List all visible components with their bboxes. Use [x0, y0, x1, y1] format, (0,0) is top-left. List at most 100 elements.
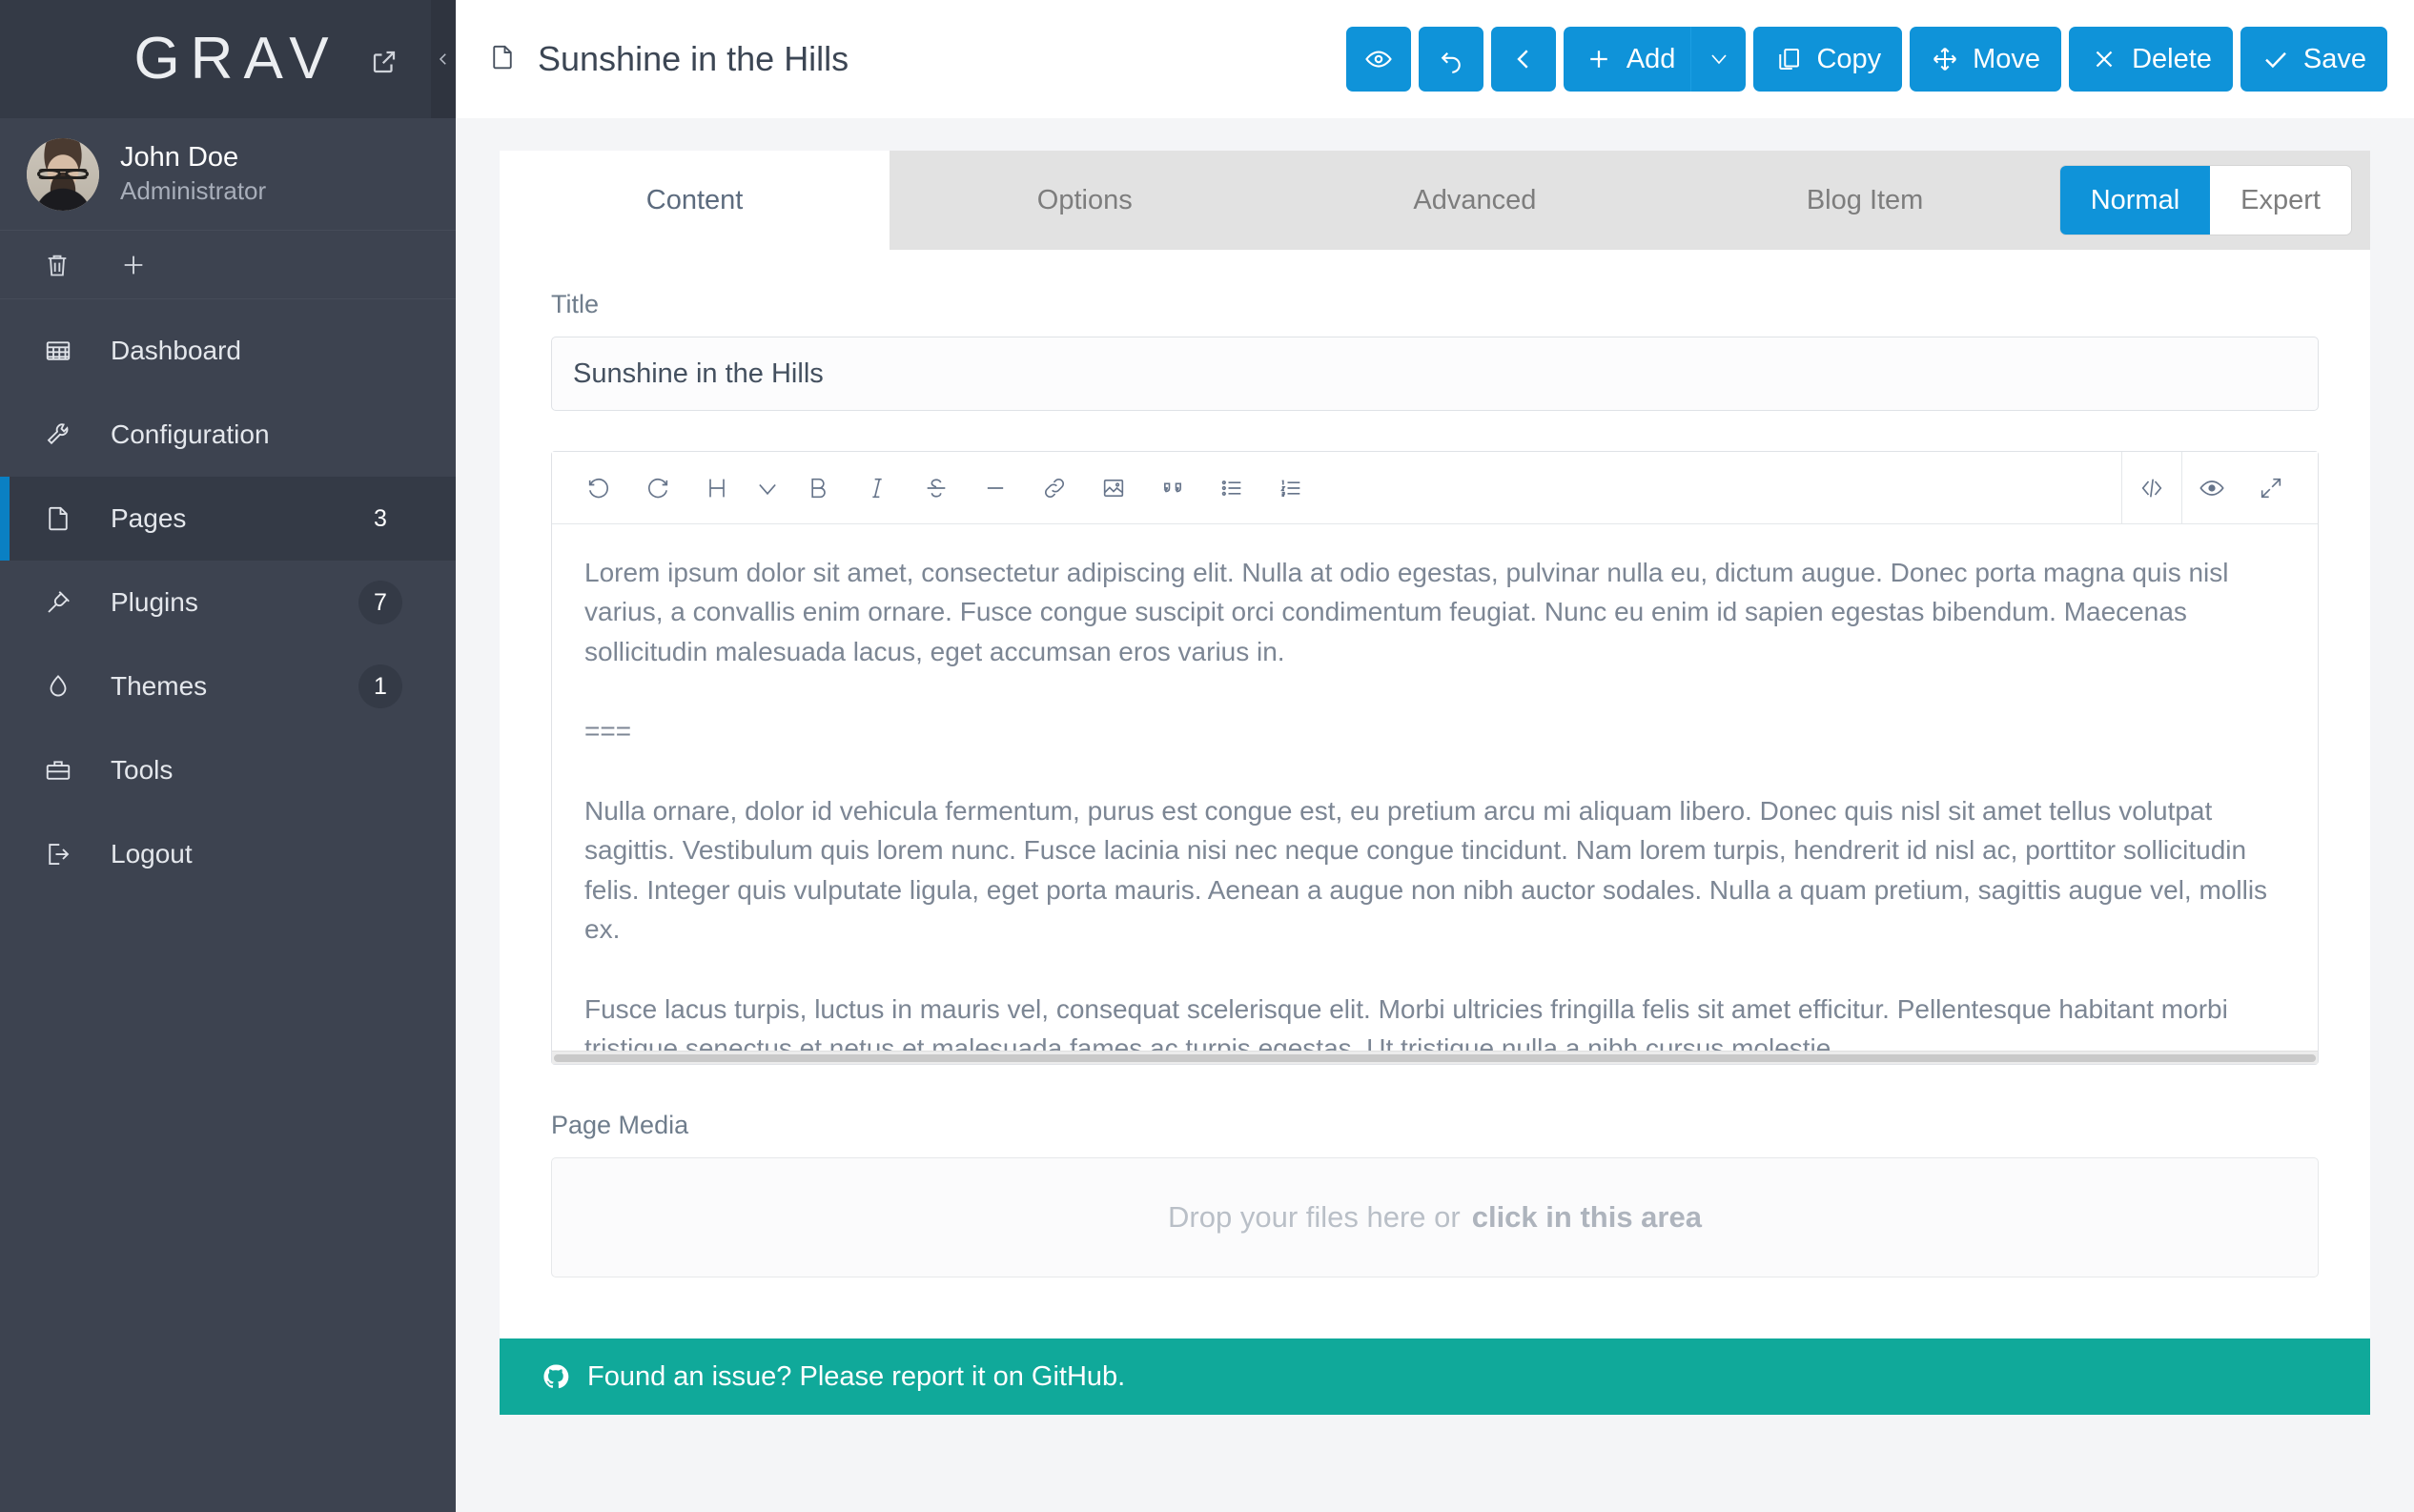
- wrench-icon: [44, 420, 72, 449]
- redo-icon[interactable]: [628, 459, 687, 518]
- editor-card: Content Options Advanced Blog Item Norma…: [500, 151, 2370, 1415]
- sidebar-item-themes[interactable]: Themes 1: [0, 644, 456, 728]
- sidebar-badge-pages: 3: [374, 504, 387, 532]
- move-button[interactable]: Move: [1910, 27, 2062, 92]
- editor-paragraph: ===: [584, 716, 632, 746]
- page-media-label: Page Media: [551, 1111, 689, 1139]
- save-button-label: Save: [2302, 43, 2366, 74]
- sidebar-item-label: Configuration: [111, 419, 270, 449]
- mode-expert-button[interactable]: Expert: [2210, 166, 2351, 235]
- main-area: Sunshine in the Hills Add Copy Move Dele…: [456, 0, 2414, 1512]
- content-scroll: Content Options Advanced Blog Item Norma…: [456, 118, 2414, 1512]
- user-role: Administrator: [120, 175, 267, 205]
- link-icon[interactable]: [1025, 459, 1084, 518]
- sidebar-item-label: Pages: [111, 503, 187, 533]
- preview-eye-icon[interactable]: [2182, 459, 2241, 518]
- droplet-icon: [44, 672, 72, 701]
- markdown-editor: Lorem ipsum dolor sit amet, consectetur …: [551, 451, 2319, 1065]
- title-label: Title: [551, 290, 600, 318]
- chevron-down-icon: [1711, 54, 1727, 65]
- sidebar-item-logout[interactable]: Logout: [0, 812, 456, 896]
- editor-paragraph: Nulla ornare, dolor id vehicula fermentu…: [584, 795, 2268, 945]
- dropzone-text: Drop your files here or: [1168, 1200, 1461, 1234]
- editor-horizontal-scrollbar[interactable]: [552, 1051, 2318, 1064]
- editor-toolbar: [552, 451, 2318, 524]
- chevron-left-icon: [439, 53, 446, 65]
- external-link-icon[interactable]: [370, 48, 399, 76]
- delete-button[interactable]: Delete: [2069, 27, 2233, 92]
- trash-icon[interactable]: [44, 252, 71, 278]
- add-button-label: Add: [1626, 43, 1676, 74]
- file-icon: [44, 504, 72, 533]
- bold-icon[interactable]: [788, 459, 848, 518]
- editor-textarea[interactable]: Lorem ipsum dolor sit amet, consectetur …: [552, 524, 2318, 1051]
- sidebar-item-label: Themes: [111, 671, 208, 701]
- add-dropdown-toggle[interactable]: [1690, 27, 1747, 92]
- strikethrough-icon[interactable]: [907, 459, 966, 518]
- ordered-list-icon[interactable]: [1261, 459, 1320, 518]
- sidebar-logo-row: GRAV: [0, 0, 456, 118]
- sidebar-item-tools[interactable]: Tools: [0, 728, 456, 812]
- title-input[interactable]: [551, 337, 2319, 411]
- sidebar-item-configuration[interactable]: Configuration: [0, 393, 456, 477]
- plus-icon[interactable]: [120, 252, 147, 278]
- undo-icon[interactable]: [569, 459, 628, 518]
- preview-button[interactable]: [1345, 27, 1411, 92]
- heading-icon[interactable]: [687, 459, 747, 518]
- check-icon: [2265, 51, 2286, 69]
- undo-button[interactable]: [1418, 27, 1483, 92]
- sidebar-collapse-toggle[interactable]: [431, 0, 456, 118]
- add-button[interactable]: Add: [1563, 27, 1691, 92]
- sidebar-item-label: Dashboard: [111, 336, 241, 365]
- copy-icon: [1779, 49, 1800, 70]
- mode-normal-button[interactable]: Normal: [2059, 166, 2211, 235]
- save-button[interactable]: Save: [2240, 27, 2387, 92]
- logout-icon: [44, 840, 72, 868]
- quote-icon[interactable]: [1143, 459, 1202, 518]
- footer-bar: Found an issue? Please report it on GitH…: [500, 1338, 2370, 1415]
- footer-github-link[interactable]: Found an issue? Please report it on GitH…: [587, 1361, 1125, 1393]
- fullscreen-icon[interactable]: [2241, 459, 2301, 518]
- tab-advanced[interactable]: Advanced: [1279, 151, 1669, 250]
- close-icon: [2096, 51, 2113, 68]
- user-name: John Doe: [120, 142, 239, 174]
- move-button-label: Move: [1973, 43, 2041, 74]
- back-button[interactable]: [1490, 27, 1556, 92]
- code-icon[interactable]: [2122, 459, 2181, 518]
- tab-blog-item[interactable]: Blog Item: [1670, 151, 2060, 250]
- undo-icon: [1441, 51, 1461, 73]
- sidebar-user[interactable]: John Doe Administrator: [0, 118, 456, 231]
- topbar-actions: Add Copy Move Delete Save: [1345, 27, 2387, 92]
- dropzone-link[interactable]: click in this area: [1472, 1200, 1702, 1235]
- avatar: [27, 137, 99, 211]
- title-field-group: Title: [551, 290, 2319, 411]
- chevron-down-icon[interactable]: [747, 459, 788, 518]
- app-root: GRAV John Doe Administrator Dashboard Co…: [0, 0, 2414, 1512]
- topbar: Sunshine in the Hills Add Copy Move Dele…: [456, 0, 2414, 118]
- file-icon: [488, 43, 517, 75]
- tabbar: Content Options Advanced Blog Item Norma…: [500, 151, 2370, 250]
- plus-icon: [1590, 51, 1607, 68]
- github-icon: [543, 1364, 569, 1389]
- add-button-split: Add: [1563, 27, 1747, 92]
- copy-button[interactable]: Copy: [1753, 27, 1903, 92]
- sidebar-item-dashboard[interactable]: Dashboard: [0, 309, 456, 393]
- image-icon[interactable]: [1084, 459, 1143, 518]
- tab-options[interactable]: Options: [890, 151, 1279, 250]
- chevron-left-icon: [1517, 50, 1528, 69]
- tab-content[interactable]: Content: [500, 151, 890, 250]
- sidebar-badge-plugins: 7: [358, 581, 402, 624]
- move-icon: [1933, 48, 1957, 71]
- sidebar-item-pages[interactable]: Pages 3: [0, 477, 456, 561]
- unordered-list-icon[interactable]: [1202, 459, 1261, 518]
- sidebar-item-label: Plugins: [111, 587, 198, 617]
- sidebar: GRAV John Doe Administrator Dashboard Co…: [0, 0, 456, 1512]
- horizontal-rule-icon[interactable]: [966, 459, 1025, 518]
- delete-button-label: Delete: [2132, 43, 2212, 74]
- mode-toggle: Normal Expert: [2059, 166, 2351, 235]
- media-dropzone[interactable]: Drop your files here or click in this ar…: [551, 1157, 2319, 1277]
- italic-icon[interactable]: [848, 459, 907, 518]
- breadcrumb: Sunshine in the Hills: [488, 39, 1346, 79]
- plug-icon: [44, 588, 72, 617]
- sidebar-item-plugins[interactable]: Plugins 7: [0, 561, 456, 644]
